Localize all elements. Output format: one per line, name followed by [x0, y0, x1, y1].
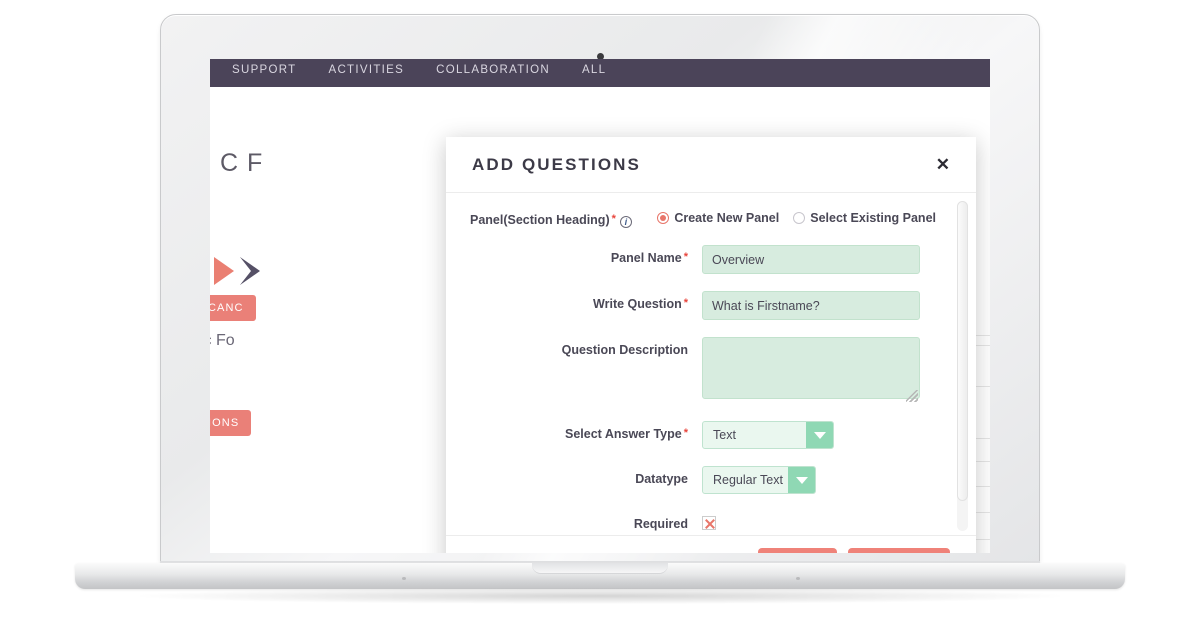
modal-footer: SAVE CANCEL [446, 535, 976, 553]
radio-mark-icon [657, 212, 670, 224]
answer-type-value: Text [713, 428, 736, 442]
select-answer-type-label: Select Answer Type * [460, 421, 702, 441]
radio-create-new-panel[interactable]: Create New Panel [657, 211, 779, 225]
modal-title: ADD QUESTIONS [472, 154, 641, 174]
write-question-control [702, 291, 950, 320]
required-asterisk: * [683, 427, 688, 439]
form-row-datatype: Datatype Regular Text [460, 466, 950, 494]
panel-name-input[interactable] [702, 245, 920, 274]
datatype-label: Datatype [460, 466, 702, 486]
datatype-select[interactable]: Regular Text [702, 466, 816, 494]
select-answer-type-label-text: Select Answer Type [565, 427, 682, 441]
form-row-required: Required [460, 511, 950, 535]
required-asterisk: * [611, 213, 616, 225]
required-asterisk: * [683, 297, 688, 309]
write-question-label-text: Write Question [593, 297, 682, 311]
required-label-text: Required [633, 517, 688, 531]
radio-select-existing-panel-label: Select Existing Panel [810, 211, 936, 225]
write-question-input[interactable] [702, 291, 920, 320]
form-row-panel-name: Panel Name * [460, 245, 950, 274]
panel-name-label-text: Panel Name [610, 251, 682, 265]
required-control [702, 511, 950, 535]
panel-name-control [702, 245, 950, 274]
required-checkbox[interactable] [702, 516, 716, 530]
form-row-write-question: Write Question * [460, 291, 950, 320]
datatype-label-text: Datatype [635, 472, 688, 486]
save-button[interactable]: SAVE [757, 547, 838, 553]
laptop-shadow [140, 588, 1060, 604]
radio-select-existing-panel[interactable]: Select Existing Panel [793, 211, 936, 225]
laptop-base-dot [402, 577, 406, 580]
radio-create-new-panel-label: Create New Panel [674, 211, 780, 225]
select-answer-type-control: Text [702, 421, 950, 449]
modal-body: Panel(Section Heading) * i Create New Pane… [446, 193, 976, 535]
datatype-value: Regular Text [713, 473, 783, 487]
close-icon[interactable]: ✕ [936, 156, 950, 173]
panel-section-control: Create New Panel Select Existing Panel [657, 207, 950, 225]
info-icon[interactable]: i [619, 216, 632, 228]
add-questions-modal: ADD QUESTIONS ✕ Panel(Section Heading) * i… [446, 137, 976, 553]
form-row-panel-section: Panel(Section Heading) * i Create New Pane… [460, 207, 950, 228]
laptop-notch [532, 563, 668, 574]
panel-section-label: Panel(Section Heading) * i [460, 207, 657, 228]
laptop-mockup: SUPPORT ACTIVITIES COLLABORATION ALL C F CA… [0, 0, 1200, 630]
modal-overlay: ADD QUESTIONS ✕ Panel(Section Heading) * i… [210, 59, 990, 553]
panel-type-radio-group: Create New Panel Select Existing Panel [657, 207, 950, 225]
question-description-wrap [702, 337, 920, 404]
chevron-down-icon[interactable] [806, 422, 833, 448]
required-asterisk: * [683, 251, 688, 263]
required-label: Required [460, 511, 702, 531]
chevron-down-icon[interactable] [788, 467, 815, 493]
modal-scrollbar-thumb[interactable] [957, 201, 968, 501]
answer-type-select[interactable]: Text [702, 421, 834, 449]
modal-header: ADD QUESTIONS ✕ [446, 137, 976, 193]
datatype-control: Regular Text [702, 466, 950, 494]
question-description-textarea[interactable] [702, 337, 920, 399]
write-question-label: Write Question * [460, 291, 702, 311]
panel-name-label: Panel Name * [460, 245, 702, 265]
form-row-answer-type: Select Answer Type * Text [460, 421, 950, 449]
form-row-question-description: Question Description [460, 337, 950, 404]
panel-section-label-text: Panel(Section Heading) [470, 213, 610, 227]
question-description-control [702, 337, 950, 404]
question-description-label-text: Question Description [561, 343, 688, 357]
laptop-screen: SUPPORT ACTIVITIES COLLABORATION ALL C F CA… [210, 59, 990, 553]
cancel-button[interactable]: CANCEL [848, 547, 950, 553]
laptop-base-dot [796, 577, 800, 580]
radio-mark-icon [793, 212, 806, 224]
question-description-label: Question Description [460, 337, 702, 357]
